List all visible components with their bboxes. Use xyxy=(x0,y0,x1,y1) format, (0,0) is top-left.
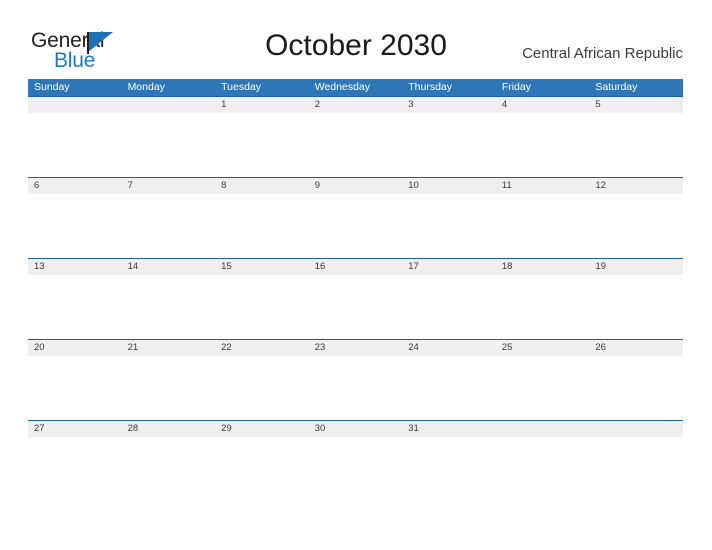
region-label: Central African Republic xyxy=(522,45,683,62)
week-note-area[interactable] xyxy=(28,437,683,501)
day-cell[interactable]: 22 xyxy=(215,340,309,356)
week-date-band: 13 14 15 16 17 18 19 xyxy=(28,258,683,275)
week-note-area[interactable] xyxy=(28,194,683,258)
week-row: 1 2 3 4 5 xyxy=(28,96,683,177)
weekday-header-saturday: Saturday xyxy=(595,81,638,93)
day-cell[interactable]: 17 xyxy=(402,259,496,275)
week-row: 27 28 29 30 31 xyxy=(28,420,683,501)
week-note-area[interactable] xyxy=(28,356,683,420)
day-cell[interactable]: 13 xyxy=(28,259,122,275)
page-header: General Blue October 2030 Central Africa… xyxy=(0,0,712,78)
weekday-header-friday: Friday xyxy=(501,81,531,93)
day-cell[interactable]: 24 xyxy=(402,340,496,356)
week-note-area[interactable] xyxy=(28,275,683,339)
day-cell[interactable]: 30 xyxy=(309,421,403,437)
weekday-header-sunday: Sunday xyxy=(34,81,70,93)
week-row: 20 21 22 23 24 25 26 xyxy=(28,339,683,420)
week-date-band: 20 21 22 23 24 25 26 xyxy=(28,339,683,356)
week-date-band: 1 2 3 4 5 xyxy=(28,96,683,113)
day-cell[interactable]: 5 xyxy=(589,97,683,113)
day-cell[interactable]: 7 xyxy=(122,178,216,194)
day-cell[interactable]: 6 xyxy=(28,178,122,194)
weekday-header-monday: Monday xyxy=(127,81,165,93)
day-cell[interactable]: 21 xyxy=(122,340,216,356)
day-cell[interactable]: 8 xyxy=(215,178,309,194)
week-date-band: 6 7 8 9 10 11 12 xyxy=(28,177,683,194)
day-cell[interactable]: 11 xyxy=(496,178,590,194)
day-cell[interactable]: 10 xyxy=(402,178,496,194)
day-cell[interactable]: 9 xyxy=(309,178,403,194)
day-cell[interactable]: 4 xyxy=(496,97,590,113)
day-cell[interactable]: 25 xyxy=(496,340,590,356)
day-cell[interactable]: 14 xyxy=(122,259,216,275)
day-cell[interactable]: 27 xyxy=(28,421,122,437)
day-cell[interactable]: 26 xyxy=(589,340,683,356)
weekday-header-wednesday: Wednesday xyxy=(314,81,370,93)
day-cell[interactable] xyxy=(122,97,216,113)
day-cell[interactable]: 20 xyxy=(28,340,122,356)
day-cell[interactable] xyxy=(496,421,590,437)
week-row: 6 7 8 9 10 11 12 xyxy=(28,177,683,258)
day-cell[interactable]: 29 xyxy=(215,421,309,437)
week-note-area[interactable] xyxy=(28,113,683,177)
day-cell[interactable]: 15 xyxy=(215,259,309,275)
day-cell[interactable]: 2 xyxy=(309,97,403,113)
week-date-band: 27 28 29 30 31 xyxy=(28,420,683,437)
day-cell[interactable] xyxy=(28,97,122,113)
day-cell[interactable]: 28 xyxy=(122,421,216,437)
day-cell[interactable]: 19 xyxy=(589,259,683,275)
day-cell[interactable]: 16 xyxy=(309,259,403,275)
weekday-header-thursday: Thursday xyxy=(408,81,453,93)
day-cell[interactable]: 3 xyxy=(402,97,496,113)
day-cell[interactable]: 12 xyxy=(589,178,683,194)
day-cell[interactable] xyxy=(589,421,683,437)
day-cell[interactable]: 1 xyxy=(215,97,309,113)
day-cell[interactable]: 31 xyxy=(402,421,496,437)
day-cell[interactable]: 23 xyxy=(309,340,403,356)
weekday-header-tuesday: Tuesday xyxy=(221,81,262,93)
calendar-table: Sunday Monday Tuesday Wednesday Thursday… xyxy=(28,79,683,501)
weekday-header-row: Sunday Monday Tuesday Wednesday Thursday… xyxy=(28,79,683,96)
day-cell[interactable]: 18 xyxy=(496,259,590,275)
week-row: 13 14 15 16 17 18 19 xyxy=(28,258,683,339)
